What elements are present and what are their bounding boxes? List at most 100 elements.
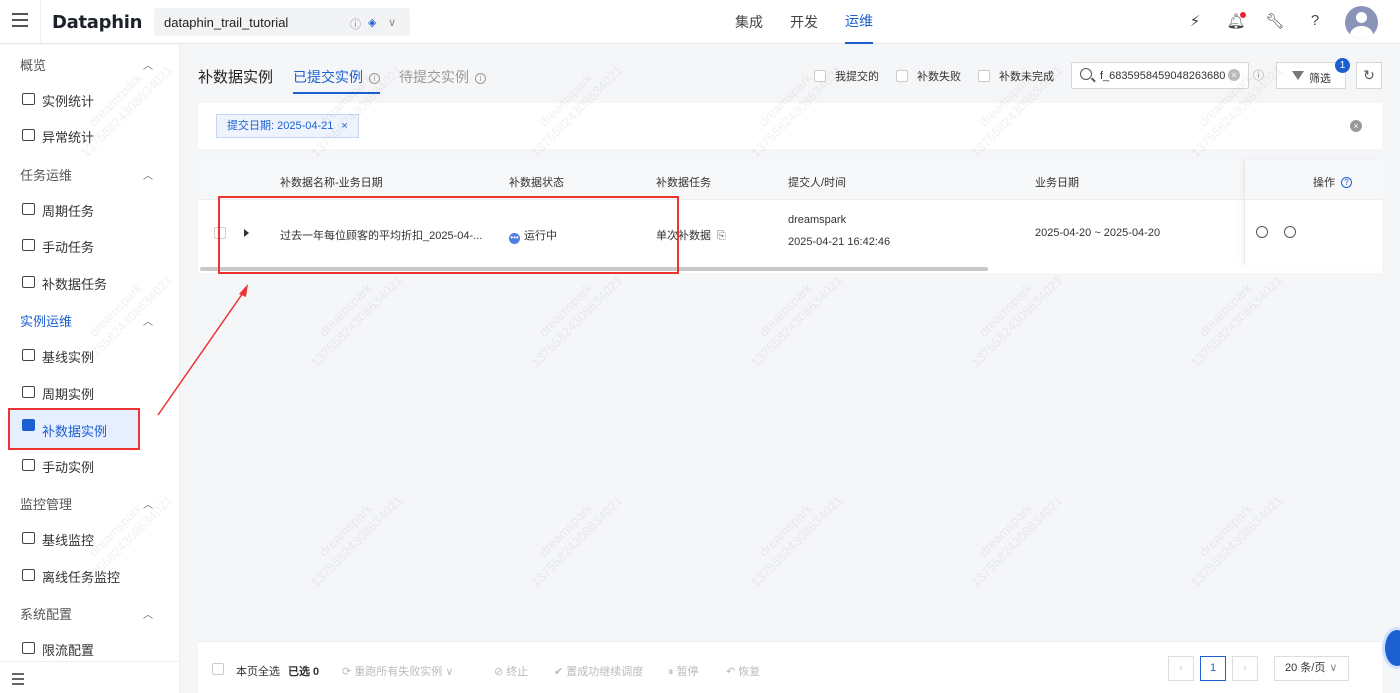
rerun-icon[interactable] (1284, 226, 1296, 238)
page-1-button[interactable]: 1 (1200, 656, 1226, 681)
watermark-text: dreamspark13755824308634021 (528, 492, 626, 591)
monitor-icon (22, 532, 35, 544)
sidebar-collapse-button[interactable] (0, 661, 180, 693)
filter-chip-submit-date[interactable]: 提交日期: 2025-04-21 × (216, 114, 359, 138)
nav-integration[interactable]: 集成 (735, 0, 763, 44)
watermark-text: dreamspark13755824308634021 (308, 272, 406, 371)
chevron-up-icon[interactable]: ︿ (143, 606, 153, 621)
checkbox-backfill-failed[interactable]: 补数失败 (896, 68, 961, 84)
sidebar-item-baseline-instances[interactable]: 基线实例 (8, 338, 170, 372)
watermark-text: dreamspark13755824308634021 (308, 492, 406, 591)
resume-button[interactable]: ↶ 恢复 (726, 663, 760, 679)
sidebar-item-manual-instances[interactable]: 手动实例 (8, 448, 170, 482)
tab-pending[interactable]: 待提交实例 i (399, 67, 486, 87)
close-icon[interactable]: × (341, 120, 347, 132)
search-input[interactable]: f_6835958459048263680 × (1071, 62, 1249, 89)
nav-operations[interactable]: 运维 (845, 0, 873, 44)
sidebar-item-manual-tasks[interactable]: 手动任务 (8, 228, 170, 262)
watermark-text: dreamspark13755824308634021 (968, 492, 1066, 591)
project-selector[interactable]: dataphin_trail_tutorial ⓘ ◈ ∨ (154, 8, 410, 36)
chevron-down-icon: ∨ (388, 17, 397, 29)
pause-button[interactable]: ⏸ 暂停 (668, 663, 699, 679)
col-header-status: 补数据状态 (509, 177, 564, 189)
avatar[interactable] (1345, 6, 1378, 39)
app-logo[interactable]: Dataphin (52, 12, 142, 33)
project-name: dataphin_trail_tutorial (164, 15, 289, 30)
sidebar-item-label: 异常统计 (42, 130, 95, 145)
sidebar-item-label: 基线实例 (42, 350, 95, 365)
copy-icon[interactable]: ⎘ (717, 230, 726, 242)
assistant-float-button[interactable] (1382, 627, 1400, 669)
manual-icon (22, 459, 35, 471)
terminate-button[interactable]: ⊘ 终止 (494, 663, 528, 679)
chart-icon (22, 93, 35, 105)
table-header: 补数据名称-业务日期 补数据状态 补数据任务 提交人/时间 业务日期 (198, 160, 1382, 200)
info-icon[interactable]: ⓘ (1253, 67, 1264, 83)
battery-icon[interactable]: ⚡ (1185, 12, 1205, 32)
checkbox-my-submitted[interactable]: 我提交的 (814, 68, 879, 84)
watermark-text: dreamspark13755824308634021 (748, 272, 846, 371)
sidebar-item-offline-task-monitor[interactable]: 离线任务监控 (8, 558, 170, 592)
select-all-checkbox[interactable] (212, 663, 224, 675)
sidebar-group-task-ops[interactable]: 任务运维 (20, 165, 72, 184)
info-icon[interactable]: i (369, 73, 380, 84)
tab-label: 待提交实例 (399, 69, 469, 85)
clear-icon[interactable]: × (1228, 69, 1240, 81)
prev-page-button[interactable]: ‹ (1168, 656, 1194, 681)
checkbox-label: 补数失败 (917, 71, 961, 83)
chevron-up-icon[interactable]: ︿ (143, 57, 153, 72)
biz-date: 2025-04-20 ~ 2025-04-20 (1035, 227, 1161, 239)
set-success-button[interactable]: ✔ 置成功继续调度 (554, 663, 643, 679)
checkbox[interactable] (978, 70, 990, 82)
sidebar-item-label: 周期实例 (42, 387, 95, 402)
baseline-icon (22, 349, 35, 361)
checkbox[interactable] (896, 70, 908, 82)
col-header-label: 操作 (1313, 177, 1335, 189)
select-all-label: 本页全选 (236, 666, 280, 678)
info-icon[interactable]: i (475, 73, 486, 84)
bell-icon[interactable]: 🔔︎ (1226, 12, 1246, 32)
refresh-button[interactable]: ↻ (1356, 62, 1382, 89)
rerun-failed-button[interactable]: ⟳ 重跑所有失败实例 ∨ (342, 663, 453, 679)
stop-icon[interactable] (1256, 226, 1268, 238)
sidebar-item-instance-stats[interactable]: 实例统计 (8, 82, 170, 116)
next-page-button[interactable]: › (1232, 656, 1258, 681)
sidebar-item-periodic-tasks[interactable]: 周期任务 (8, 192, 170, 226)
checkbox[interactable] (814, 70, 826, 82)
clear-all-icon[interactable]: × (1350, 120, 1362, 132)
sidebar-group-monitoring[interactable]: 监控管理 (20, 494, 72, 513)
col-header-name: 补数据名称-业务日期 (280, 177, 383, 189)
annotation-arrow (157, 284, 248, 416)
col-header-submitter: 提交人/时间 (788, 177, 847, 189)
submitter: dreamspark (788, 214, 847, 226)
wrench-icon[interactable]: 🔧︎ (1265, 12, 1285, 32)
sidebar-group-system-config[interactable]: 系统配置 (20, 604, 72, 623)
chevron-down-icon: ∨ (1329, 662, 1338, 674)
sidebar-item-backfill-instances[interactable]: 补数据实例 (8, 408, 140, 450)
sidebar-item-baseline-monitor[interactable]: 基线监控 (8, 521, 170, 555)
nav-development[interactable]: 开发 (790, 0, 818, 44)
sidebar-item-backfill-tasks[interactable]: 补数据任务 (8, 265, 170, 299)
sidebar-group-instance-ops[interactable]: 实例运维 (20, 311, 72, 330)
menu-icon[interactable] (12, 13, 28, 29)
sidebar-group-overview[interactable]: 概览 (20, 55, 46, 74)
help-icon[interactable]: ? (1341, 177, 1352, 188)
submit-time: 2025-04-21 16:42:46 (788, 236, 891, 248)
page-size-select[interactable]: 20 条/页 ∨ (1274, 656, 1349, 681)
sidebar-item-rate-limit[interactable]: 限流配置 (8, 631, 170, 665)
filter-label: 筛选 (1309, 73, 1331, 85)
filter-count-badge: 1 (1335, 58, 1350, 73)
action-label: 暂停 (676, 666, 699, 678)
backfill-icon (22, 419, 35, 431)
col-header-task: 补数据任务 (656, 177, 711, 189)
filter-icon (1292, 71, 1304, 80)
tab-submitted[interactable]: 已提交实例 i (293, 67, 380, 94)
help-icon[interactable]: ? (1305, 12, 1325, 32)
chevron-up-icon[interactable]: ︿ (143, 167, 153, 182)
sidebar-item-exception-stats[interactable]: 异常统计 (8, 118, 170, 152)
checkbox-backfill-incomplete[interactable]: 补数未完成 (978, 68, 1054, 84)
sidebar-item-label: 基线监控 (42, 533, 95, 548)
chevron-up-icon[interactable]: ︿ (143, 496, 153, 511)
sidebar-item-periodic-instances[interactable]: 周期实例 (8, 375, 170, 409)
info-icon[interactable]: ⓘ (350, 16, 361, 32)
